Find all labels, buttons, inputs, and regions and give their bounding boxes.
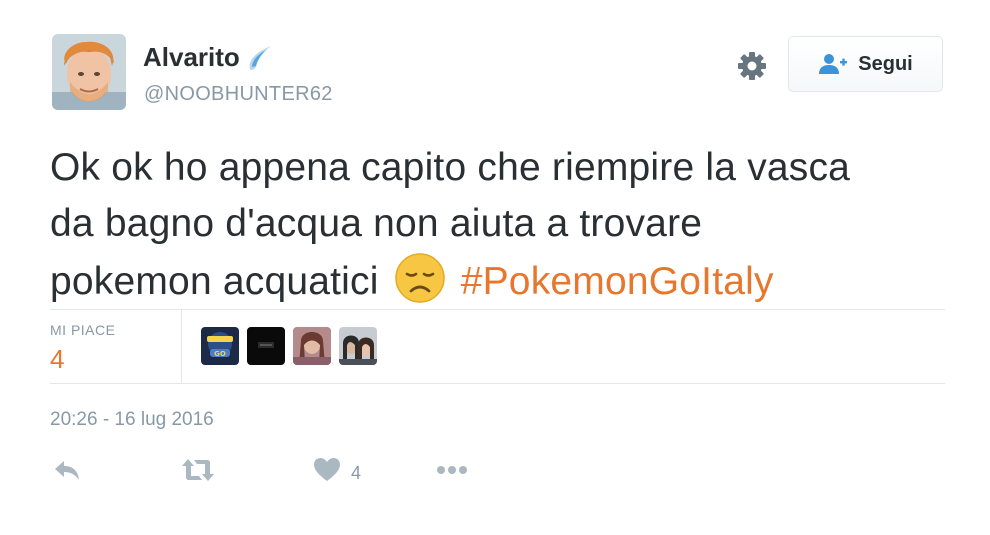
likers-list: GO	[201, 327, 377, 365]
liker-avatar[interactable]	[339, 327, 377, 365]
tweet-text-line3: pokemon acquatici	[50, 260, 379, 303]
comet-icon	[249, 45, 271, 70]
follow-button[interactable]: Segui	[788, 36, 943, 92]
liker-avatar[interactable]	[293, 327, 331, 365]
avatar-photo	[52, 34, 126, 110]
more-icon[interactable]	[436, 455, 468, 490]
stats-separator	[181, 310, 182, 383]
tweet-text-line: pokemon acquatici #PokemonGoItaly	[50, 252, 940, 310]
divider	[50, 383, 945, 384]
add-user-icon	[819, 54, 848, 74]
tweet-text-line: Ok ok ho appena capito che riempire la v…	[50, 146, 851, 189]
disappointed-face-emoji	[394, 253, 445, 303]
liker-avatar[interactable]: GO	[201, 327, 239, 365]
likes-count[interactable]: 4	[50, 344, 64, 375]
follow-button-label: Segui	[858, 52, 913, 75]
gear-icon[interactable]	[736, 50, 768, 82]
divider	[50, 309, 945, 310]
hashtag-link[interactable]: #PokemonGoItaly	[461, 260, 774, 303]
display-name-text: Alvarito	[143, 42, 240, 72]
svg-text:GO: GO	[214, 350, 226, 358]
tweet-text: Ok ok ho appena capito che riempire la v…	[50, 140, 940, 310]
retweet-icon[interactable]	[180, 455, 216, 490]
display-name[interactable]: Alvarito	[143, 42, 274, 73]
tweet-text-line: da bagno d'acqua non aiuta a trovare	[50, 202, 703, 245]
likes-label: MI PIACE	[50, 322, 116, 338]
heart-icon[interactable]	[312, 455, 342, 490]
reply-icon[interactable]	[52, 455, 82, 490]
liker-avatar[interactable]	[247, 327, 285, 365]
tweet-timestamp[interactable]: 20:26 - 16 lug 2016	[50, 409, 214, 431]
like-count: 4	[351, 463, 362, 483]
user-handle[interactable]: @NOOBHUNTER62	[144, 83, 333, 106]
user-avatar[interactable]	[52, 34, 126, 110]
